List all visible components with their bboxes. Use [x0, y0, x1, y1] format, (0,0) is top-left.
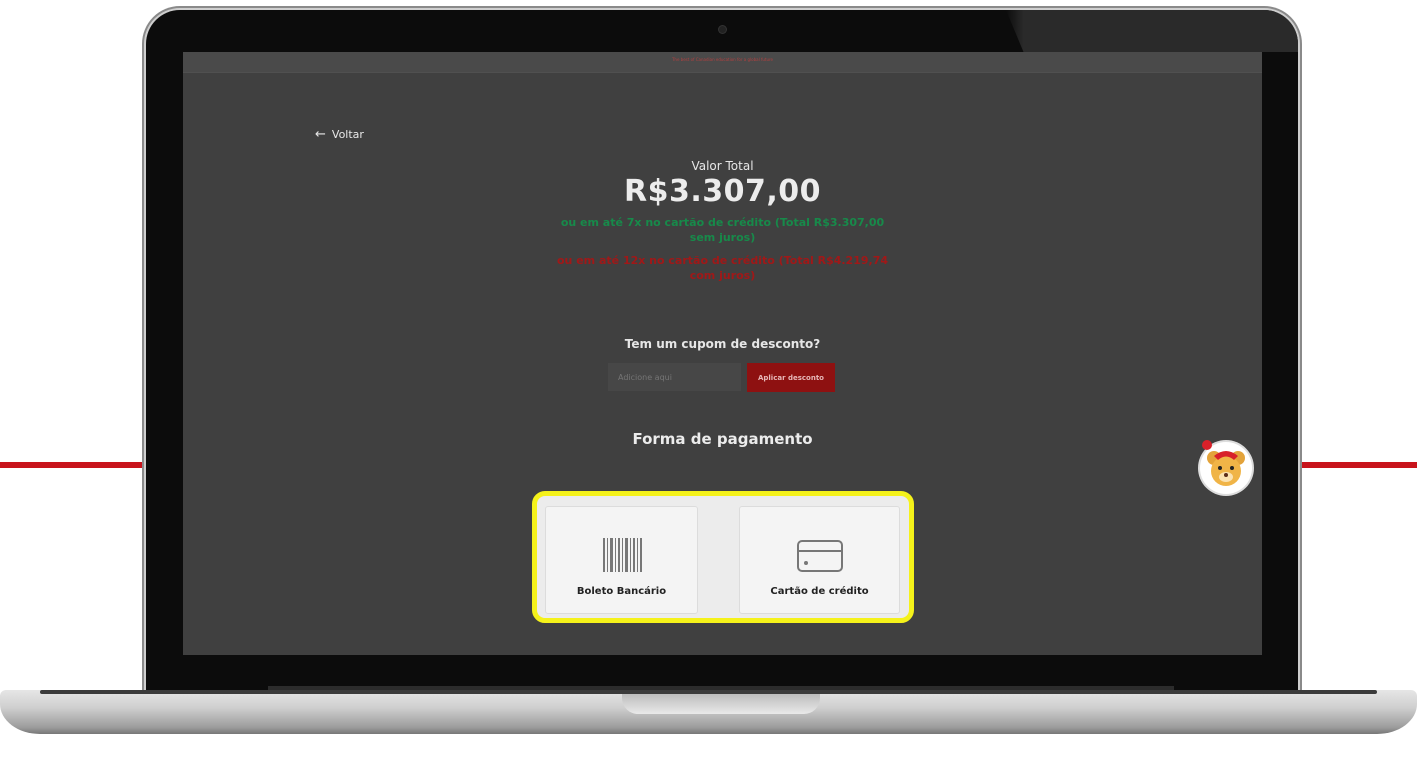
barcode-icon: [602, 538, 642, 572]
coupon-title: Tem um cupom de desconto?: [624, 337, 821, 351]
installments-interest-free-line1: ou em até 7x no cartão de crédito (Total…: [560, 216, 885, 229]
payment-option-credit-card[interactable]: Cartão de crédito: [739, 506, 900, 614]
top-bar: The best of Canadian education for a glo…: [183, 52, 1262, 73]
laptop-screen: The best of Canadian education for a glo…: [183, 52, 1262, 655]
coupon-input[interactable]: [608, 363, 741, 391]
total-label: Valor Total: [691, 159, 754, 173]
total-value: R$3.307,00: [623, 174, 821, 209]
arrow-left-icon: ←: [315, 127, 326, 142]
installments-interest-free: ou em até 7x no cartão de crédito (Total…: [183, 215, 1262, 245]
apply-discount-button[interactable]: Aplicar desconto: [747, 363, 835, 392]
back-link[interactable]: ← Voltar: [315, 128, 364, 141]
red-accent-line-left: [0, 462, 150, 468]
credit-card-icon: [796, 540, 843, 572]
installments-with-interest-line2: com juros): [689, 269, 756, 282]
webcam: [719, 26, 726, 33]
notification-dot: [1202, 440, 1212, 450]
payment-method-title: Forma de pagamento: [632, 430, 813, 448]
payment-option-credit-card-label: Cartão de crédito: [770, 586, 869, 597]
red-accent-line-right: [1296, 462, 1417, 468]
payment-option-boleto[interactable]: Boleto Bancário: [545, 506, 698, 614]
installments-interest-free-line2: sem juros): [689, 231, 756, 244]
payment-option-boleto-label: Boleto Bancário: [576, 586, 667, 597]
back-label: Voltar: [331, 128, 364, 141]
bezel-glare: [1006, 10, 1298, 52]
laptop-notch: [622, 694, 820, 714]
installments-with-interest: ou em até 12x no cartão de crédito (Tota…: [183, 253, 1262, 283]
installments-with-interest-line1: ou em até 12x no cartão de crédito (Tota…: [557, 254, 888, 267]
tagline: The best of Canadian education for a glo…: [671, 57, 774, 62]
